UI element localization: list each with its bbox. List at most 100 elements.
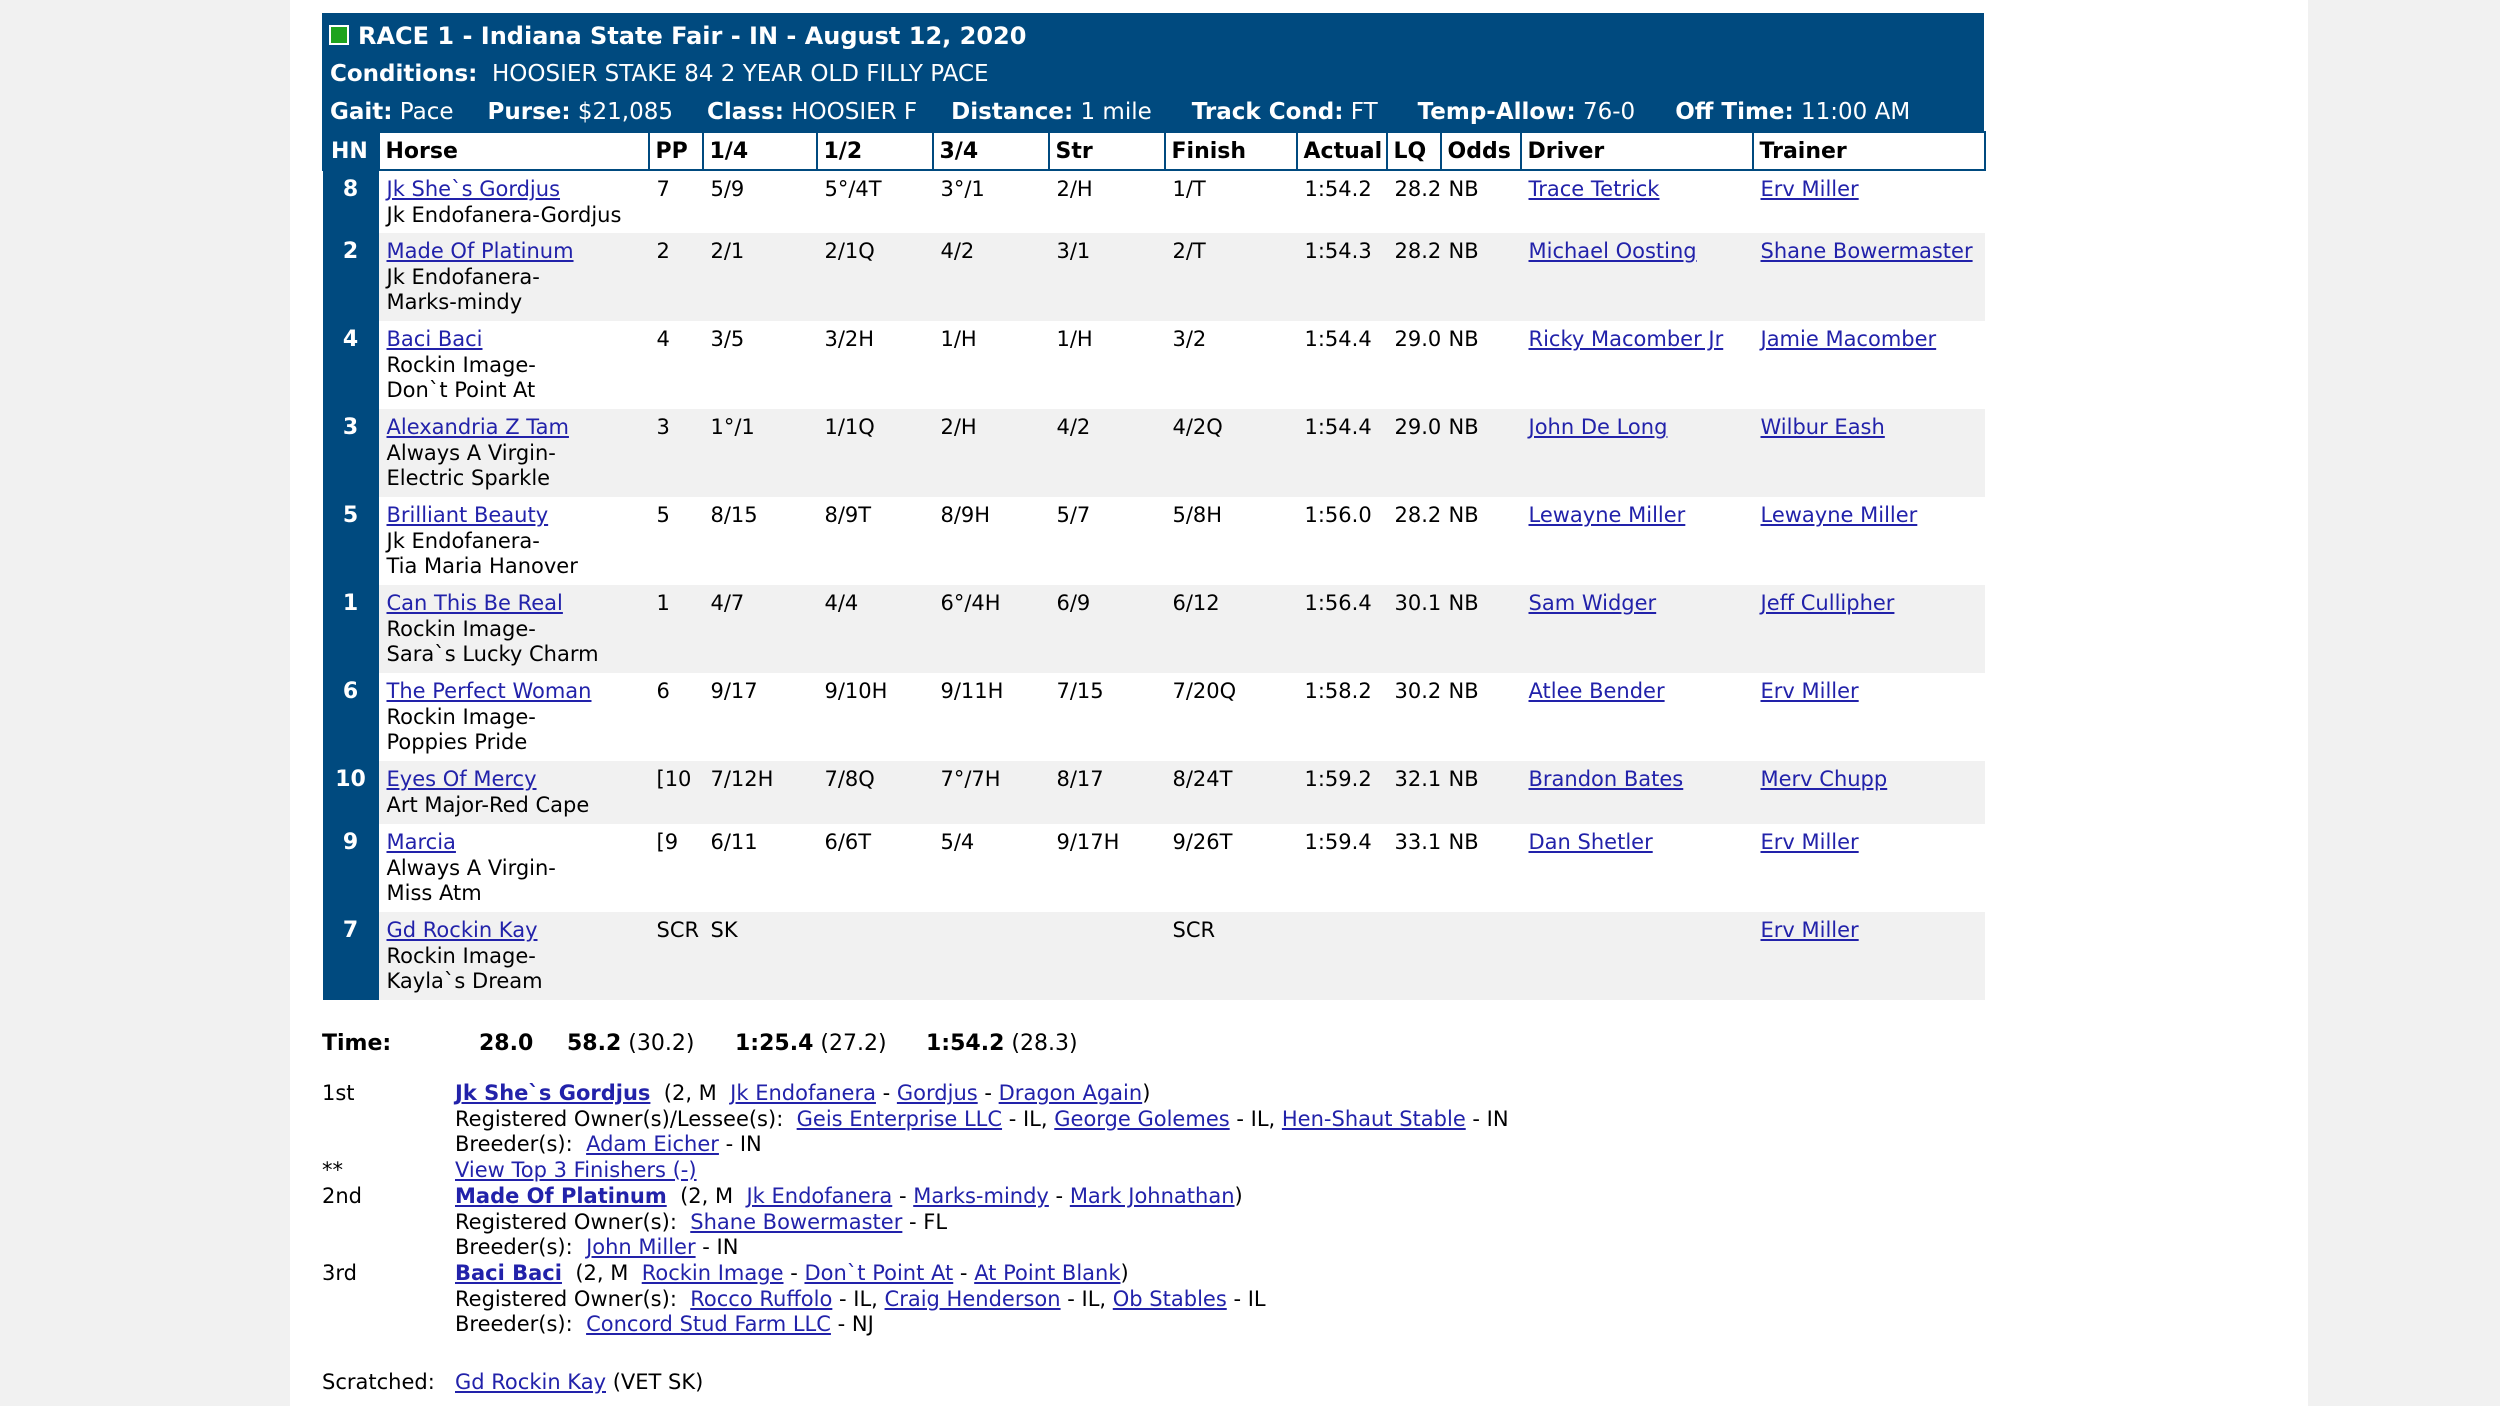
finisher-place: 2nd bbox=[322, 1184, 363, 1208]
actual-cell: 1:54.3 bbox=[1296, 233, 1387, 321]
horse-link[interactable]: Alexandria Z Tam bbox=[387, 415, 569, 439]
lq-cell: 33.1 bbox=[1394, 830, 1442, 854]
hn-cell: 6 bbox=[322, 673, 379, 761]
race-title: RACE 1 - Indiana State Fair - IN - Augus… bbox=[358, 22, 1027, 50]
driver-cell-link[interactable]: Sam Widger bbox=[1529, 591, 1657, 615]
dam-link[interactable]: Don`t Point At bbox=[804, 1261, 953, 1285]
col-header-trainer: Trainer bbox=[1752, 131, 1986, 171]
horse-link[interactable]: Eyes Of Mercy bbox=[387, 767, 537, 791]
trainer-cell-link[interactable]: Lewayne Miller bbox=[1761, 503, 1918, 527]
trainer-cell-link[interactable]: Jeff Cullipher bbox=[1761, 591, 1895, 615]
owner-link[interactable]: Ob Stables bbox=[1113, 1287, 1227, 1311]
dam-link[interactable]: Marks-mindy bbox=[913, 1184, 1049, 1208]
horse-link[interactable]: Marcia bbox=[387, 830, 456, 854]
owner-link[interactable]: Rocco Ruffolo bbox=[690, 1287, 832, 1311]
actual-cell: 1:59.4 bbox=[1304, 830, 1372, 854]
trainer-cell-link[interactable]: Erv Miller bbox=[1761, 918, 1859, 942]
finish-cell: 1/T bbox=[1172, 177, 1206, 201]
sire-link[interactable]: Rockin Image bbox=[642, 1261, 784, 1285]
driver-cell-link[interactable]: Brandon Bates bbox=[1529, 767, 1684, 791]
time-q2-split: (30.2) bbox=[628, 1031, 695, 1056]
q3-cell: 2/H bbox=[932, 409, 1049, 497]
trainer-cell: Wilbur Eash bbox=[1752, 409, 1985, 497]
hn-cell: 5 bbox=[322, 497, 379, 585]
hn-cell: 10 bbox=[322, 761, 379, 824]
horse-link[interactable]: Can This Be Real bbox=[387, 591, 563, 615]
scratched-horse-link[interactable]: Gd Rockin Kay bbox=[455, 1370, 606, 1394]
distance-label: Distance: bbox=[951, 99, 1074, 125]
view-top3-toggle-link[interactable]: View Top 3 Finishers (-) bbox=[455, 1158, 697, 1182]
pp-cell: [10 bbox=[648, 761, 703, 824]
trainer-cell-link[interactable]: Shane Bowermaster bbox=[1761, 239, 1973, 263]
owner-link[interactable]: Hen-Shaut Stable bbox=[1282, 1107, 1466, 1131]
q1-cell: 3/5 bbox=[710, 327, 745, 351]
toggle-mark: ** bbox=[322, 1158, 343, 1182]
owner-link[interactable]: Craig Henderson bbox=[885, 1287, 1061, 1311]
lq-cell: 30.1 bbox=[1386, 585, 1441, 673]
str-cell bbox=[1048, 912, 1165, 1000]
horse-link[interactable]: Gd Rockin Kay bbox=[387, 918, 538, 942]
trainer-cell-link[interactable]: Erv Miller bbox=[1761, 679, 1859, 703]
breeder-link[interactable]: Concord Stud Farm LLC bbox=[586, 1312, 831, 1336]
breeder-label: Breeder(s): bbox=[455, 1312, 573, 1337]
driver-cell-link[interactable]: Ricky Macomber Jr bbox=[1529, 327, 1724, 351]
pedigree-line: Rockin Image- bbox=[386, 352, 536, 377]
temp-allow-label: Temp-Allow: bbox=[1417, 99, 1576, 125]
sire-link[interactable]: Jk Endofanera bbox=[746, 1184, 892, 1208]
finish-cell: 5/8H bbox=[1172, 503, 1223, 527]
horse-link[interactable]: Jk She`s Gordjus bbox=[387, 177, 561, 201]
pedigree-line: Electric Sparkle bbox=[386, 466, 551, 490]
trainer-cell-link[interactable]: Erv Miller bbox=[1761, 177, 1859, 201]
breeder-link[interactable]: John Miller bbox=[586, 1235, 696, 1259]
horse-link[interactable]: Baci Baci bbox=[387, 327, 483, 351]
hn-cell: 8 bbox=[322, 170, 379, 233]
horse-link[interactable]: Brilliant Beauty bbox=[387, 503, 549, 527]
table-header-row: HN Horse PP 1/4 1/2 3/4 Str Finish Actua… bbox=[322, 131, 1986, 171]
time-q1: 28.0 bbox=[479, 1031, 534, 1056]
conditions-value: HOOSIER STAKE 84 2 YEAR OLD FILLY PACE bbox=[491, 61, 989, 87]
q1-cell: 8/15 bbox=[710, 503, 758, 527]
finisher-horse-link[interactable]: Made Of Platinum bbox=[455, 1184, 667, 1208]
horse-cell: Baci Baci Rockin Image- Don`t Point At bbox=[379, 321, 649, 409]
trainer-cell-link[interactable]: Merv Chupp bbox=[1761, 767, 1888, 791]
finisher-horse-link[interactable]: Baci Baci bbox=[455, 1261, 562, 1285]
hn-cell: 7 bbox=[322, 912, 379, 1000]
trainer-cell-link[interactable]: Wilbur Eash bbox=[1761, 415, 1885, 439]
q1-cell: 6/11 bbox=[710, 830, 758, 854]
scratched-reason: (VET SK) bbox=[612, 1370, 704, 1394]
q2-cell: 4/4 bbox=[816, 585, 933, 673]
odds-cell: NB bbox=[1440, 233, 1521, 321]
driver-cell-link[interactable]: Atlee Bender bbox=[1529, 679, 1665, 703]
breeder-link[interactable]: Adam Eicher bbox=[586, 1132, 719, 1156]
pedigree-line: Jk Endofanera-Gordjus bbox=[386, 202, 622, 227]
trainer-cell-link[interactable]: Erv Miller bbox=[1761, 830, 1859, 854]
lq-cell bbox=[1386, 912, 1441, 1000]
damsire-link[interactable]: At Point Blank bbox=[974, 1261, 1120, 1285]
driver-cell: Atlee Bender bbox=[1521, 673, 1753, 761]
horse-link[interactable]: Made Of Platinum bbox=[387, 239, 574, 263]
breeder-state: - IN bbox=[725, 1132, 762, 1157]
pp-cell: 3 bbox=[648, 409, 703, 497]
trainer-cell-link[interactable]: Jamie Macomber bbox=[1761, 327, 1937, 351]
horse-link[interactable]: The Perfect Woman bbox=[387, 679, 592, 703]
damsire-link[interactable]: Mark Johnathan bbox=[1070, 1184, 1235, 1208]
driver-cell-link[interactable]: Trace Tetrick bbox=[1529, 177, 1660, 201]
scratched-label: Scratched: bbox=[322, 1370, 435, 1394]
table-row: 8 Jk She`s Gordjus Jk Endofanera-Gordjus 7 5… bbox=[322, 170, 1985, 233]
sire-link[interactable]: Jk Endofanera bbox=[730, 1081, 876, 1105]
q1-cell: SK bbox=[702, 912, 817, 1000]
driver-cell-link[interactable]: Lewayne Miller bbox=[1529, 503, 1686, 527]
time-final-split: (28.3) bbox=[1011, 1031, 1078, 1056]
off-time-value: 11:00 AM bbox=[1801, 99, 1911, 125]
driver-cell-link[interactable]: Michael Oosting bbox=[1529, 239, 1697, 263]
owners-label: Registered Owner(s): bbox=[455, 1209, 677, 1234]
owner-link[interactable]: Geis Enterprise LLC bbox=[797, 1107, 1002, 1131]
damsire-link[interactable]: Dragon Again bbox=[999, 1081, 1143, 1105]
driver-cell-link[interactable]: John De Long bbox=[1529, 415, 1668, 439]
dam-link[interactable]: Gordjus bbox=[897, 1081, 978, 1105]
driver-cell-link[interactable]: Dan Shetler bbox=[1529, 830, 1653, 854]
pedigree-line: Jk Endofanera- bbox=[386, 264, 540, 289]
finisher-horse-link[interactable]: Jk She`s Gordjus bbox=[455, 1081, 650, 1105]
owner-link[interactable]: Shane Bowermaster bbox=[690, 1210, 902, 1234]
owner-link[interactable]: George Golemes bbox=[1054, 1107, 1229, 1131]
